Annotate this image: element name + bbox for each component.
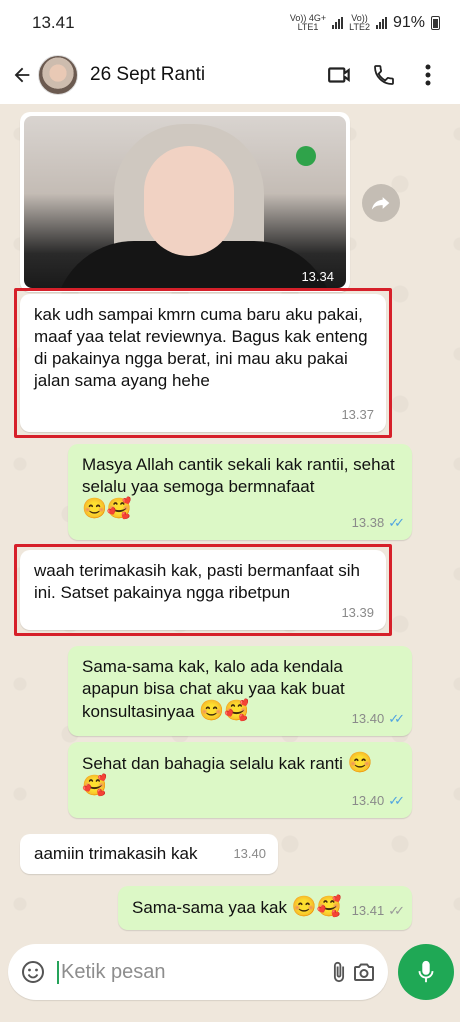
composer	[0, 936, 460, 1022]
sim1-label: Vo)) 4G+ LTE1	[289, 13, 327, 32]
delivered-receipt-icon: ✓✓	[388, 903, 405, 918]
camera-icon[interactable]	[351, 952, 376, 992]
message-time: 13.40	[351, 711, 385, 726]
signal-2-icon	[375, 17, 387, 29]
attach-icon[interactable]	[326, 952, 351, 992]
video-call-icon[interactable]	[318, 53, 362, 97]
shared-photo[interactable]: 13.34	[24, 116, 346, 288]
outgoing-message[interactable]: Masya Allah cantik sekali kak rantii, se…	[68, 444, 412, 540]
emoji-icon[interactable]	[20, 952, 45, 992]
emoji: 🥰	[82, 775, 107, 797]
outgoing-message[interactable]: Sehat dan bahagia selalu kak ranti 😊 🥰 1…	[68, 742, 412, 818]
status-indicators: Vo)) 4G+ LTE1 Vo)) LTE2 91%	[290, 14, 440, 32]
read-receipt-icon: ✓✓	[388, 793, 405, 808]
emoji: 😊	[347, 752, 373, 774]
message-input-box	[8, 944, 388, 1000]
contact-name[interactable]: 26 Sept Ranti	[90, 64, 318, 86]
highlight-box	[14, 544, 392, 636]
emoji: 😊🥰	[199, 700, 250, 722]
forward-icon[interactable]	[362, 184, 400, 222]
microphone-button[interactable]	[398, 944, 454, 1000]
voice-call-icon[interactable]	[362, 53, 406, 97]
more-options-icon[interactable]	[406, 53, 450, 97]
avatar[interactable]	[38, 55, 78, 95]
message-time: 13.38	[351, 515, 385, 530]
incoming-message[interactable]: aamiin trimakasih kak 13.40	[20, 834, 278, 874]
microphone-icon	[418, 960, 434, 983]
message-text: aamiin trimakasih kak	[34, 844, 198, 863]
read-receipt-icon: ✓✓	[388, 515, 405, 530]
highlight-box	[14, 288, 392, 438]
outgoing-message[interactable]: Sama-sama kak, kalo ada kendala apapun b…	[68, 646, 412, 736]
chat-header: 26 Sept Ranti	[0, 46, 460, 104]
image-message[interactable]: 13.34	[20, 112, 350, 292]
message-time: 13.40	[351, 793, 385, 808]
emoji: 😊🥰	[291, 896, 342, 918]
back-arrow-icon[interactable]	[10, 63, 34, 87]
message-text: Masya Allah cantik sekali kak rantii, se…	[82, 455, 395, 496]
message-time: 13.40	[233, 846, 266, 861]
status-bar: 13.41 Vo)) 4G+ LTE1 Vo)) LTE2 91%	[0, 0, 460, 46]
sim2-label: Vo)) LTE2	[349, 13, 370, 32]
chat-area[interactable]: 13.34 kak udh sampai kmrn cuma baru aku …	[0, 104, 460, 934]
status-time: 13.41	[32, 13, 75, 32]
battery-percent: 91%	[392, 14, 425, 31]
outgoing-message[interactable]: Sama-sama yaa kak 😊🥰 13.41 ✓✓	[118, 886, 412, 930]
message-input[interactable]	[57, 960, 326, 984]
emoji: 😊🥰	[82, 498, 132, 520]
signal-1-icon	[332, 17, 344, 29]
read-receipt-icon: ✓✓	[388, 711, 405, 726]
message-time: 13.34	[301, 269, 334, 284]
message-time: 13.41	[351, 903, 385, 918]
battery-icon	[431, 16, 440, 30]
message-text: Sama-sama yaa kak	[132, 898, 287, 917]
message-text: Sehat dan bahagia selalu kak ranti	[82, 754, 343, 773]
